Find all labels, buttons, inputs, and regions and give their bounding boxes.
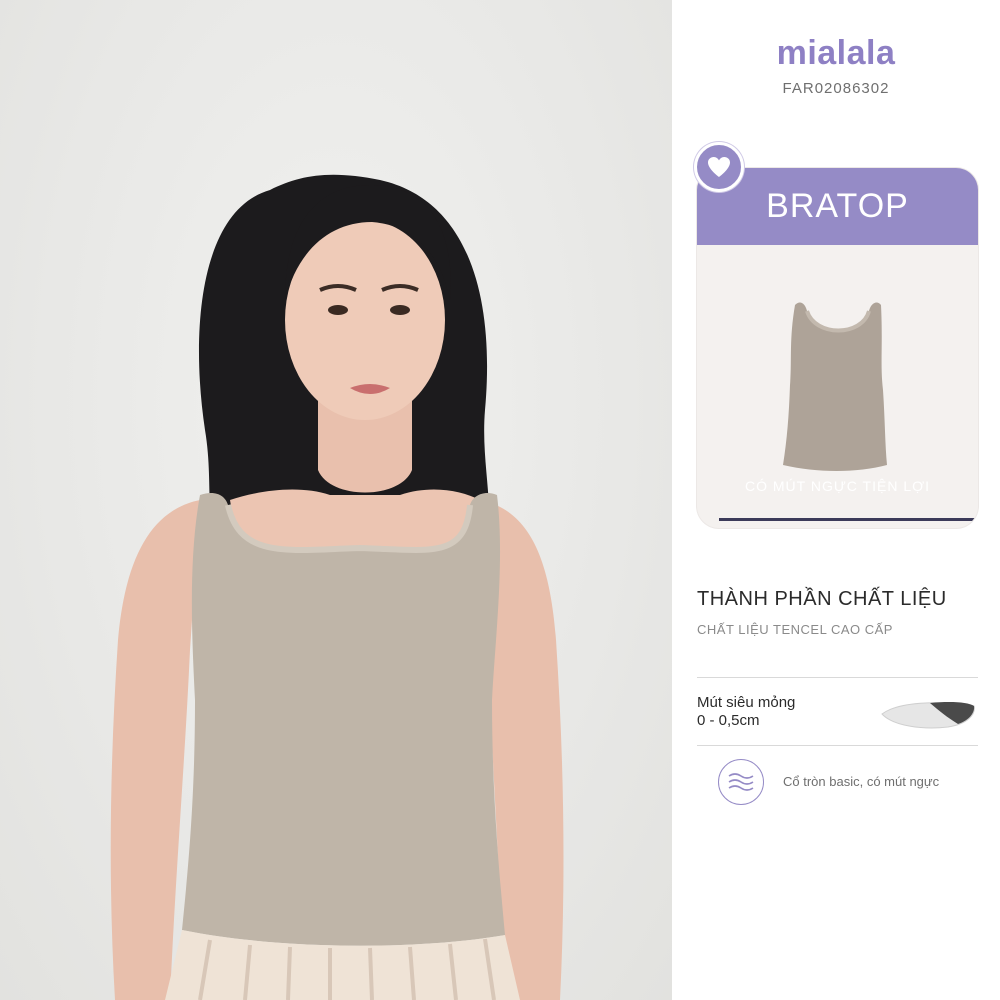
- foam-pad-icon: [881, 702, 975, 729]
- card-caption: CÓ MÚT NGỰC TIỆN LỢI: [744, 478, 930, 494]
- model-illustration: [110, 174, 564, 1000]
- material-title: THÀNH PHẦN CHẤT LIỆU: [697, 588, 947, 610]
- foam-label: Mút siêu mỏng: [697, 694, 796, 711]
- feature-description: Cổ tròn basic, có mút ngực: [783, 774, 940, 789]
- foam-thickness: 0 - 0,5cm: [697, 712, 760, 729]
- foam-spec: Mút siêu mỏng 0 - 0,5cm: [697, 694, 795, 730]
- card-underline: [719, 518, 978, 521]
- product-sku: FAR02086302: [782, 80, 890, 97]
- card-product-image: CÓ MÚT NGỰC TIỆN LỢI: [697, 245, 978, 528]
- model-photo: [0, 0, 672, 1000]
- divider: [697, 745, 978, 746]
- bratop-card: BRATOP CÓ MÚT NGỰC TIỆN LỢI: [697, 168, 978, 528]
- heart-icon: [694, 142, 744, 192]
- brand-logo: mialala: [776, 34, 896, 72]
- divider: [697, 677, 978, 678]
- material-subtitle: CHẤT LIỆU TENCEL CAO CẤP: [697, 622, 893, 637]
- fabric-wave-icon: [718, 759, 764, 805]
